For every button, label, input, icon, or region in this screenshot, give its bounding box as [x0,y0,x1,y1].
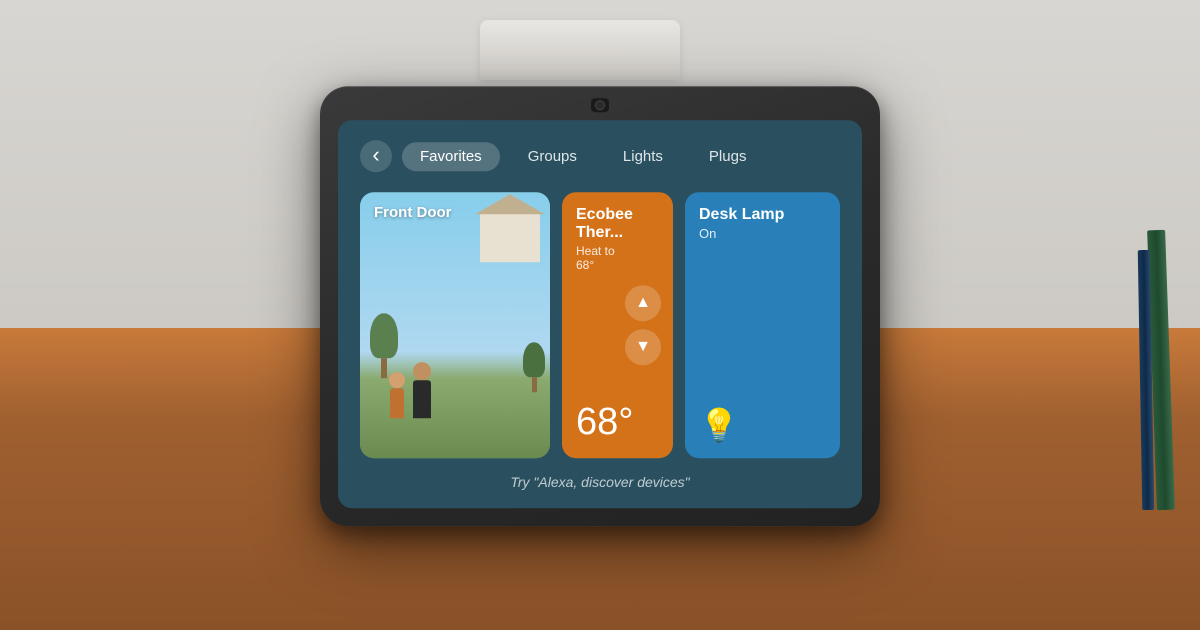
back-button[interactable] [360,140,392,172]
hint-text: Try "Alexa, discover devices" [360,474,840,490]
tab-groups[interactable]: Groups [510,142,595,171]
tree-right [523,342,545,392]
screen: Favorites Groups Lights Plugs [338,120,862,508]
house-roof [475,194,545,214]
outdoor-scene [360,192,550,458]
temp-up-button[interactable]: ▲ [625,285,661,321]
card-thermostat[interactable]: Ecobee Ther... Heat to 68° ▲ ▼ 68° [562,192,673,458]
tab-favorites[interactable]: Favorites [402,142,500,171]
nav-bar: Favorites Groups Lights Plugs [360,140,840,172]
tab-lights[interactable]: Lights [605,142,681,171]
card-lamp[interactable]: Desk Lamp On 💡 [685,192,840,458]
frontdoor-label: Front Door [374,204,451,221]
lightbulb-icon: 💡 [699,406,826,444]
house [480,212,540,262]
camera [591,98,609,112]
thermostat-title: Ecobee Ther... [576,206,659,242]
person-1 [389,372,405,418]
device-shell: Favorites Groups Lights Plugs [320,86,880,526]
tab-plugs[interactable]: Plugs [691,142,765,171]
person-2 [413,362,431,418]
wall-decoration [480,20,680,80]
temp-controls: ▲ ▼ [625,285,661,365]
temp-down-button[interactable]: ▼ [625,329,661,365]
echo-show-device: Favorites Groups Lights Plugs [320,86,880,526]
camera-lens [595,100,605,110]
people [389,362,431,418]
lamp-title: Desk Lamp [699,206,826,224]
thermostat-subtitle: Heat to 68° [576,244,659,272]
cards-area: Front Door Ecobee Ther... Heat to 68° ▲ [360,192,840,458]
lamp-status: On [699,226,826,241]
current-temp: 68° [576,393,659,444]
card-frontdoor[interactable]: Front Door [360,192,550,458]
